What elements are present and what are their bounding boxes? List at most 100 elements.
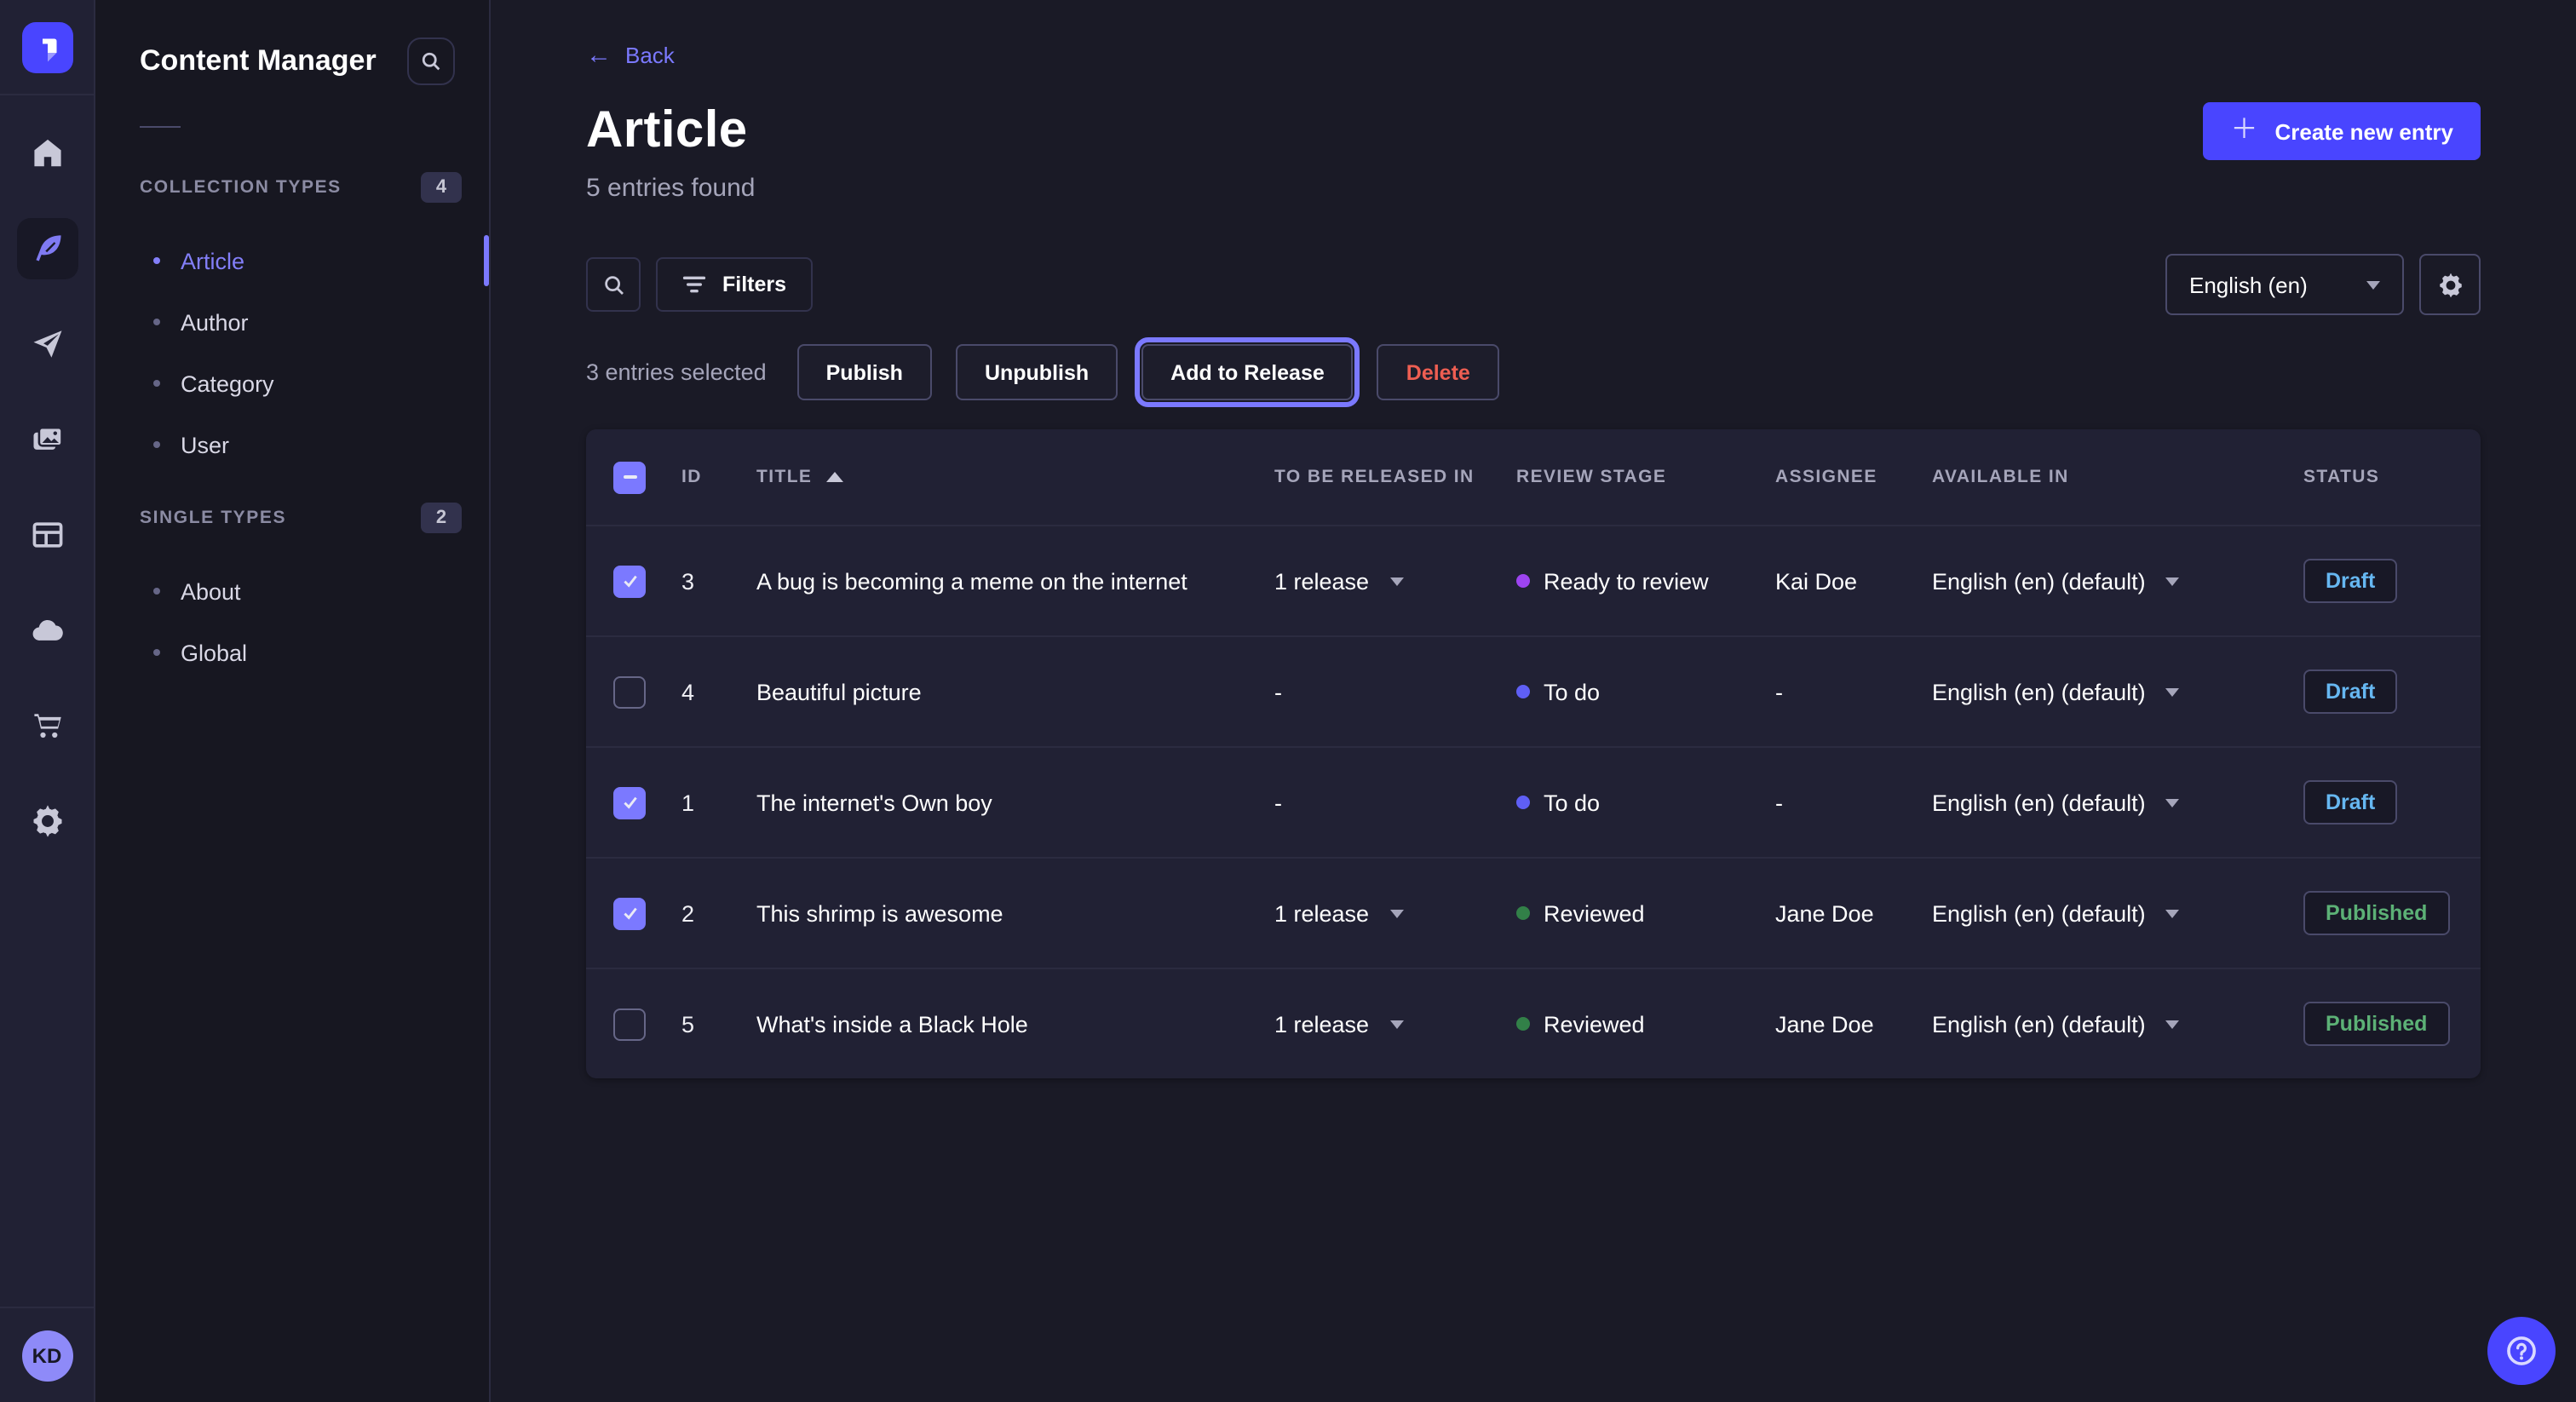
bullet-icon (153, 588, 160, 595)
content-manager-feather-icon[interactable] (16, 218, 78, 279)
cell-available-in[interactable]: English (en) (default) (1932, 568, 2303, 594)
table-row[interactable]: 1 The internet's Own boy - To do - Engli… (586, 746, 2481, 857)
cell-assignee: Jane Doe (1775, 1011, 1932, 1037)
bullet-icon (153, 319, 160, 325)
cell-assignee: - (1775, 790, 1932, 815)
cell-assignee: Kai Doe (1775, 568, 1932, 594)
workspace-logo-button[interactable] (0, 0, 95, 95)
sidebar-item-label: Article (181, 248, 244, 273)
stage-dot-icon (1516, 1017, 1530, 1031)
table-row[interactable]: 2 This shrimp is awesome 1 release Revie… (586, 857, 2481, 968)
filter-icon (681, 274, 707, 295)
section-label: SINGLE TYPES (140, 508, 286, 528)
column-header-id[interactable]: ID (681, 467, 756, 487)
column-header-to-be-released-in[interactable]: TO BE RELEASED IN (1274, 467, 1516, 487)
chevron-down-icon (2166, 798, 2180, 807)
back-link[interactable]: ← Back (586, 43, 675, 68)
sidebar-item-article[interactable]: Article (95, 230, 489, 291)
column-header-available-in[interactable]: AVAILABLE IN (1932, 467, 2303, 487)
stage-dot-icon (1516, 796, 1530, 809)
chevron-down-icon (2166, 687, 2180, 696)
column-header-status[interactable]: STATUS (2303, 467, 2453, 487)
check-icon (619, 792, 640, 813)
cell-available-in[interactable]: English (en) (default) (1932, 679, 2303, 704)
filters-label: Filters (722, 273, 786, 296)
status-badge: Draft (2303, 780, 2397, 825)
cell-id: 1 (681, 790, 756, 815)
marketplace-cart-icon[interactable] (16, 695, 78, 756)
stage-dot-icon (1516, 906, 1530, 920)
sidebar-item-about[interactable]: About (95, 560, 489, 622)
question-mark-icon (2503, 1332, 2540, 1370)
select-all-checkbox[interactable] (613, 461, 646, 493)
cell-to-be-released-in: - (1274, 790, 1516, 815)
cell-assignee: - (1775, 679, 1932, 704)
sidebar-item-label: Global (181, 640, 247, 665)
cell-available-in[interactable]: English (en) (default) (1932, 790, 2303, 815)
locale-select[interactable]: English (en) (2165, 254, 2404, 315)
table-row[interactable]: 5 What's inside a Black Hole 1 release R… (586, 968, 2481, 1078)
row-checkbox[interactable] (613, 675, 646, 708)
column-header-assignee[interactable]: ASSIGNEE (1775, 467, 1932, 487)
row-checkbox[interactable] (613, 897, 646, 929)
sidebar-item-label: User (181, 432, 229, 457)
user-menu[interactable]: KD (0, 1307, 95, 1402)
chevron-down-icon (1389, 1020, 1403, 1028)
search-icon (601, 272, 626, 297)
column-header-review-stage[interactable]: REVIEW STAGE (1516, 467, 1775, 487)
row-checkbox[interactable] (613, 565, 646, 597)
bullet-icon (153, 649, 160, 656)
subnav-search-button[interactable] (407, 37, 455, 85)
help-button[interactable] (2487, 1317, 2556, 1385)
cell-id: 2 (681, 900, 756, 926)
single-types-header: SINGLE TYPES 2 (95, 492, 489, 543)
sidebar-item-author[interactable]: Author (95, 291, 489, 353)
status-badge: Published (2303, 891, 2449, 935)
view-settings-button[interactable] (2419, 254, 2481, 315)
selection-summary: 3 entries selected (586, 359, 767, 385)
publish-button[interactable]: Publish (797, 344, 932, 400)
cell-title: This shrimp is awesome (756, 900, 1274, 926)
bullet-icon (153, 257, 160, 264)
check-icon (619, 903, 640, 923)
search-button[interactable] (586, 257, 641, 312)
app-window: KD Content Manager COLLECTION TYPES 4 Ar… (0, 0, 2576, 1402)
add-to-release-button[interactable]: Add to Release (1141, 344, 1354, 400)
cell-to-be-released-in[interactable]: 1 release (1274, 1011, 1516, 1037)
cell-to-be-released-in[interactable]: 1 release (1274, 568, 1516, 594)
home-icon[interactable] (16, 123, 78, 184)
create-new-entry-button[interactable]: ＋ Create new entry (2203, 102, 2481, 160)
column-header-title[interactable]: TITLE (756, 467, 1274, 487)
single-types-count-badge: 2 (421, 503, 462, 533)
sidebar-item-label: Author (181, 309, 249, 335)
cell-to-be-released-in: - (1274, 679, 1516, 704)
cell-to-be-released-in[interactable]: 1 release (1274, 900, 1516, 926)
cell-available-in[interactable]: English (en) (default) (1932, 1011, 2303, 1037)
cell-id: 5 (681, 1011, 756, 1037)
row-checkbox[interactable] (613, 1008, 646, 1040)
back-label: Back (625, 43, 675, 68)
cell-review-stage: To do (1516, 790, 1775, 815)
content-type-builder-icon[interactable] (16, 504, 78, 566)
table-header-row: ID TITLE TO BE RELEASED IN REVIEW STAGE … (586, 429, 2481, 525)
row-checkbox[interactable] (613, 786, 646, 819)
bullet-icon (153, 380, 160, 387)
unpublish-button[interactable]: Unpublish (956, 344, 1118, 400)
sidebar-item-global[interactable]: Global (95, 622, 489, 683)
table-row[interactable]: 3 A bug is becoming a meme on the intern… (586, 525, 2481, 635)
sidebar-item-category[interactable]: Category (95, 353, 489, 414)
cell-available-in[interactable]: English (en) (default) (1932, 900, 2303, 926)
settings-gear-icon[interactable] (16, 790, 78, 852)
strapi-logo (21, 21, 72, 72)
plus-icon: ＋ (2230, 118, 2257, 145)
filters-button[interactable]: Filters (656, 257, 812, 312)
cloud-icon[interactable] (16, 600, 78, 661)
delete-button[interactable]: Delete (1377, 344, 1499, 400)
table-row[interactable]: 4 Beautiful picture - To do - English (e… (586, 635, 2481, 746)
send-plane-icon[interactable] (16, 313, 78, 375)
media-library-icon[interactable] (16, 409, 78, 470)
sidebar-item-user[interactable]: User (95, 414, 489, 475)
locale-value: English (en) (2189, 272, 2308, 297)
collection-types-count-badge: 4 (421, 172, 462, 203)
cell-review-stage: Reviewed (1516, 1011, 1775, 1037)
